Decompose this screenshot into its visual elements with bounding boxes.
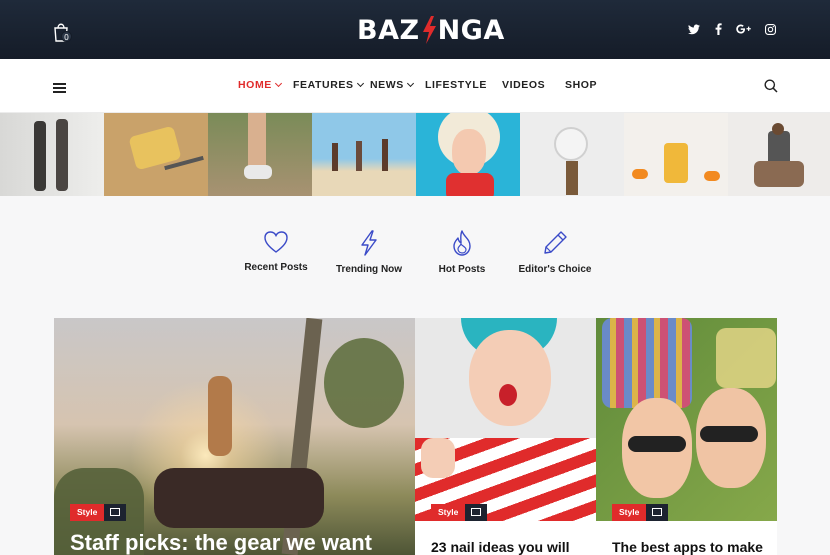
- nav-lifestyle[interactable]: LIFESTYLE: [425, 79, 487, 91]
- nav-shop[interactable]: SHOP: [565, 79, 597, 91]
- nav-news[interactable]: NEWS: [370, 79, 414, 91]
- strip-image-girls[interactable]: [0, 113, 104, 196]
- post-badge: Style: [612, 504, 669, 521]
- strip-image-beach[interactable]: [312, 113, 416, 196]
- strip-image-sprinter[interactable]: [728, 113, 830, 196]
- category-label: Hot Posts: [438, 264, 486, 275]
- category-recent-posts[interactable]: Recent Posts: [226, 230, 326, 273]
- google-plus-icon[interactable]: [736, 24, 751, 34]
- category-hot-posts[interactable]: Hot Posts: [412, 230, 512, 275]
- post-title[interactable]: Staff picks: the gear we want: [70, 530, 372, 555]
- main-nav: HOME FEATURES NEWS LIFESTYLE VIDEOS SHOP: [0, 79, 830, 93]
- nav-videos-label: VIDEOS: [502, 79, 546, 91]
- nav-videos[interactable]: VIDEOS: [502, 79, 545, 91]
- logo-text-left: BAZ: [357, 14, 420, 46]
- category-label: Editor's Choice: [518, 264, 592, 275]
- chevron-down-icon: [356, 79, 364, 88]
- image-format-icon: [646, 504, 669, 521]
- post-title[interactable]: 23 nail ideas you will: [431, 539, 570, 555]
- strip-image-surprised-woman[interactable]: [416, 113, 520, 196]
- site-logo[interactable]: BAZ NGA: [357, 13, 505, 47]
- image-format-icon: [465, 504, 488, 521]
- nav-shop-label: SHOP: [565, 79, 598, 91]
- instagram-icon[interactable]: [765, 24, 776, 35]
- facebook-icon[interactable]: [715, 23, 722, 35]
- nav-features-label: FEATURES: [293, 79, 354, 91]
- heart-icon: [264, 231, 288, 253]
- nav-news-label: NEWS: [370, 79, 404, 91]
- logo-text-right: NGA: [437, 14, 505, 46]
- category-editors-choice[interactable]: Editor's Choice: [505, 230, 605, 275]
- image-format-icon: [104, 504, 127, 521]
- logo-bolt-icon: [422, 16, 436, 44]
- category-shortcuts: Recent Posts Trending Now Hot Posts Edit…: [0, 230, 830, 290]
- category-trending-now[interactable]: Trending Now: [319, 230, 419, 275]
- nav-features[interactable]: FEATURES: [293, 79, 364, 91]
- flame-icon: [453, 230, 471, 256]
- bolt-icon: [361, 230, 377, 256]
- pencil-icon: [544, 231, 567, 254]
- search-icon[interactable]: [764, 79, 778, 93]
- cart-count-badge: 0: [61, 31, 72, 42]
- top-bar: 0 BAZ NGA: [0, 0, 830, 59]
- featured-image-strip: [0, 113, 830, 196]
- category-tag[interactable]: Style: [612, 504, 647, 521]
- post-title[interactable]: The best apps to make: [612, 539, 763, 555]
- strip-image-juice[interactable]: [624, 113, 728, 196]
- chevron-down-icon: [274, 79, 282, 88]
- nav-home-label: HOME: [238, 79, 272, 91]
- post-badge: Style: [431, 504, 488, 521]
- nav-lifestyle-label: LIFESTYLE: [425, 79, 487, 91]
- category-label: Recent Posts: [244, 262, 308, 273]
- category-tag[interactable]: Style: [70, 504, 105, 521]
- category-tag[interactable]: Style: [431, 504, 466, 521]
- chevron-down-icon: [406, 79, 414, 88]
- post-badge: Style: [70, 504, 127, 521]
- twitter-icon[interactable]: [688, 24, 700, 35]
- category-label: Trending Now: [335, 264, 403, 275]
- strip-image-bread[interactable]: [104, 113, 208, 196]
- strip-image-running[interactable]: [208, 113, 312, 196]
- nav-home[interactable]: HOME: [238, 79, 282, 91]
- strip-image-helmet[interactable]: [520, 113, 624, 196]
